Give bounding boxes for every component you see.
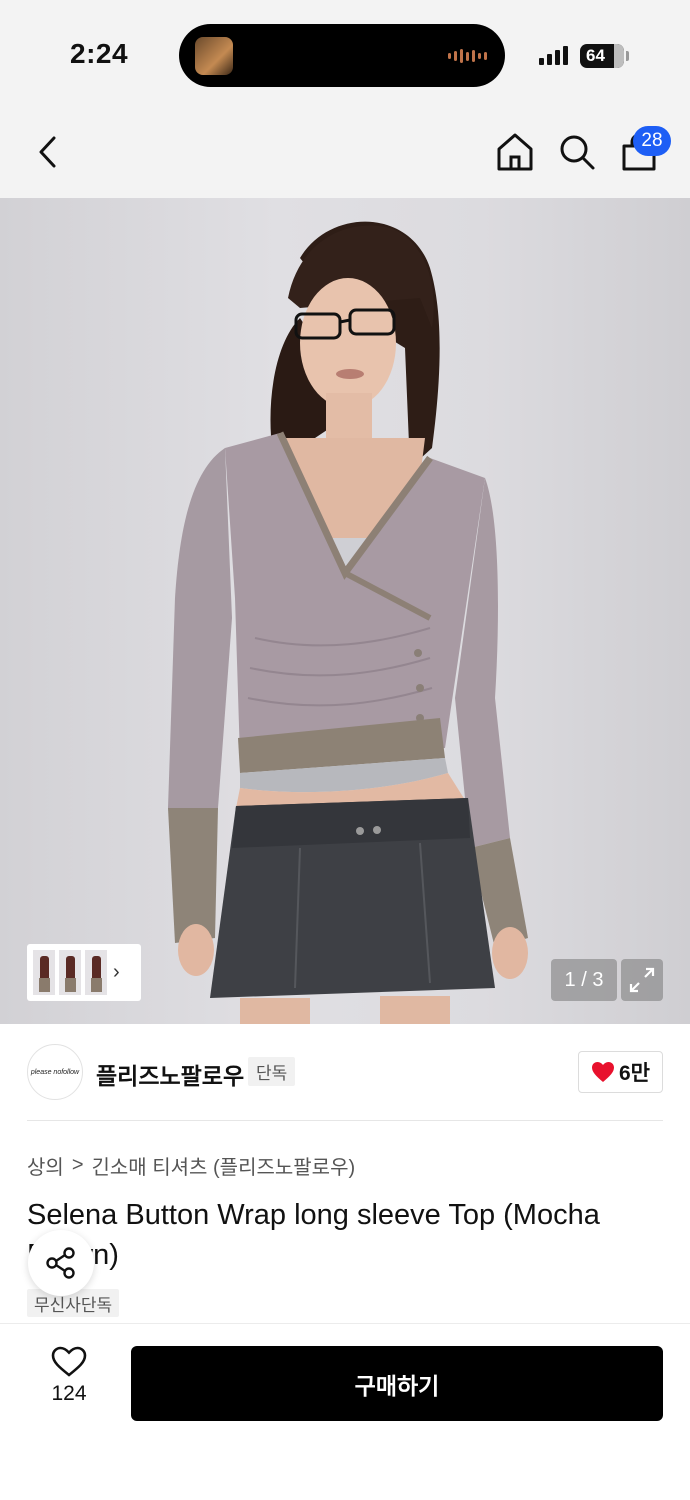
now-playing-artwork	[195, 37, 233, 75]
breadcrumb-subcategory[interactable]: 긴소매 티셔츠 (플리즈노팔로우)	[92, 1151, 356, 1180]
home-button[interactable]	[494, 130, 536, 174]
audio-waveform-icon	[448, 48, 487, 64]
status-bar: 2:24 64	[0, 0, 690, 110]
divider	[27, 1120, 663, 1121]
brand-like-button[interactable]: 6만	[578, 1051, 663, 1093]
wishlist-count: 124	[51, 1382, 87, 1405]
dynamic-island[interactable]	[179, 24, 505, 87]
thumbnail-image[interactable]	[33, 950, 55, 995]
cellular-signal-icon	[539, 45, 568, 65]
model-photo	[168, 221, 528, 1024]
battery-level: 64	[586, 46, 605, 65]
image-page-indicator: 1 / 3	[551, 959, 617, 1001]
cart-count-badge: 28	[633, 126, 671, 156]
brand-exclusive-tag: 단독	[248, 1057, 296, 1086]
breadcrumb: 상의 > 긴소매 티셔츠 (플리즈노팔로우)	[27, 1151, 355, 1180]
top-nav-bar	[0, 110, 690, 198]
heart-filled-icon	[592, 1062, 614, 1082]
share-button[interactable]	[28, 1230, 94, 1296]
buy-button[interactable]: 구매하기	[131, 1346, 663, 1421]
battery-cap	[626, 51, 629, 61]
product-title: Selena Button Wrap long sleeve Top (Moch…	[27, 1199, 600, 1271]
breadcrumb-separator-icon: >	[71, 1154, 84, 1176]
back-button[interactable]	[30, 130, 70, 174]
brand-logo[interactable]: please nofollow	[27, 1044, 83, 1100]
product-image[interactable]	[0, 198, 690, 1024]
chevron-left-icon	[39, 136, 56, 168]
battery-icon: 64	[580, 44, 624, 68]
breadcrumb-category[interactable]: 상의	[27, 1151, 64, 1180]
thumbnail-image[interactable]	[85, 950, 107, 995]
search-icon	[560, 135, 595, 170]
chevron-right-icon: ›	[113, 961, 120, 983]
expand-icon	[629, 967, 655, 993]
brand-like-count: 6만	[619, 1062, 650, 1085]
brand-name[interactable]: 플리즈노팔로우	[96, 1057, 244, 1091]
heart-outline-icon	[51, 1346, 87, 1377]
status-time: 2:24	[70, 38, 129, 69]
thumbnail-strip[interactable]: ›	[27, 944, 141, 1001]
expand-image-button[interactable]	[621, 959, 663, 1001]
thumbnail-image[interactable]	[59, 950, 81, 995]
home-icon	[497, 133, 533, 171]
search-button[interactable]	[556, 130, 598, 174]
wishlist-button[interactable]: 124	[40, 1346, 98, 1416]
share-icon	[46, 1247, 75, 1279]
